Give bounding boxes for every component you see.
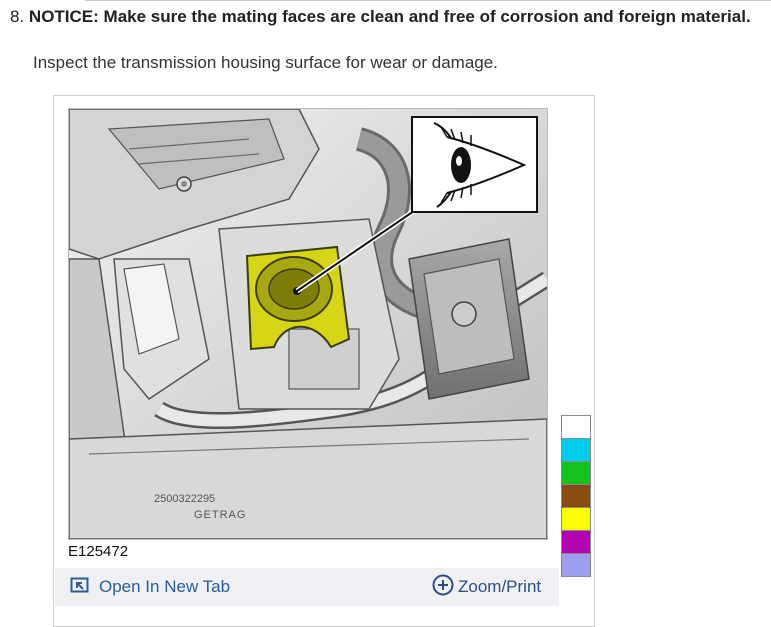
figure-id: E125472 <box>66 543 131 561</box>
color-swatch <box>561 530 591 554</box>
open-in-new-tab-label: Open In New Tab <box>99 577 231 596</box>
color-swatch <box>561 553 591 577</box>
step-heading: 8. NOTICE: Make sure the mating faces ar… <box>10 7 751 27</box>
service-illustration: 2500322295 GETRAG <box>68 108 548 540</box>
top-divider <box>85 0 771 1</box>
instruction-text: Inspect the transmission housing surface… <box>33 53 498 72</box>
color-swatch <box>561 484 591 508</box>
transmission-drawing: 2500322295 GETRAG <box>69 109 547 539</box>
notice-text: NOTICE: Make sure the mating faces are c… <box>28 7 751 26</box>
zoom-print-button[interactable]: Zoom/Print <box>432 574 542 601</box>
casting-number: 2500322295 <box>154 493 215 505</box>
zoom-print-label: Zoom/Print <box>458 577 542 596</box>
casting-logo: GETRAG <box>194 509 246 521</box>
color-swatch <box>561 438 591 462</box>
step-number: 8. <box>10 7 25 26</box>
open-external-icon <box>70 576 90 599</box>
zoom-plus-icon <box>432 574 454 601</box>
open-in-new-tab-link[interactable]: Open In New Tab <box>70 576 230 598</box>
color-swatch <box>561 507 591 531</box>
color-swatch <box>561 415 591 439</box>
color-swatch <box>561 461 591 485</box>
color-key <box>561 415 591 577</box>
